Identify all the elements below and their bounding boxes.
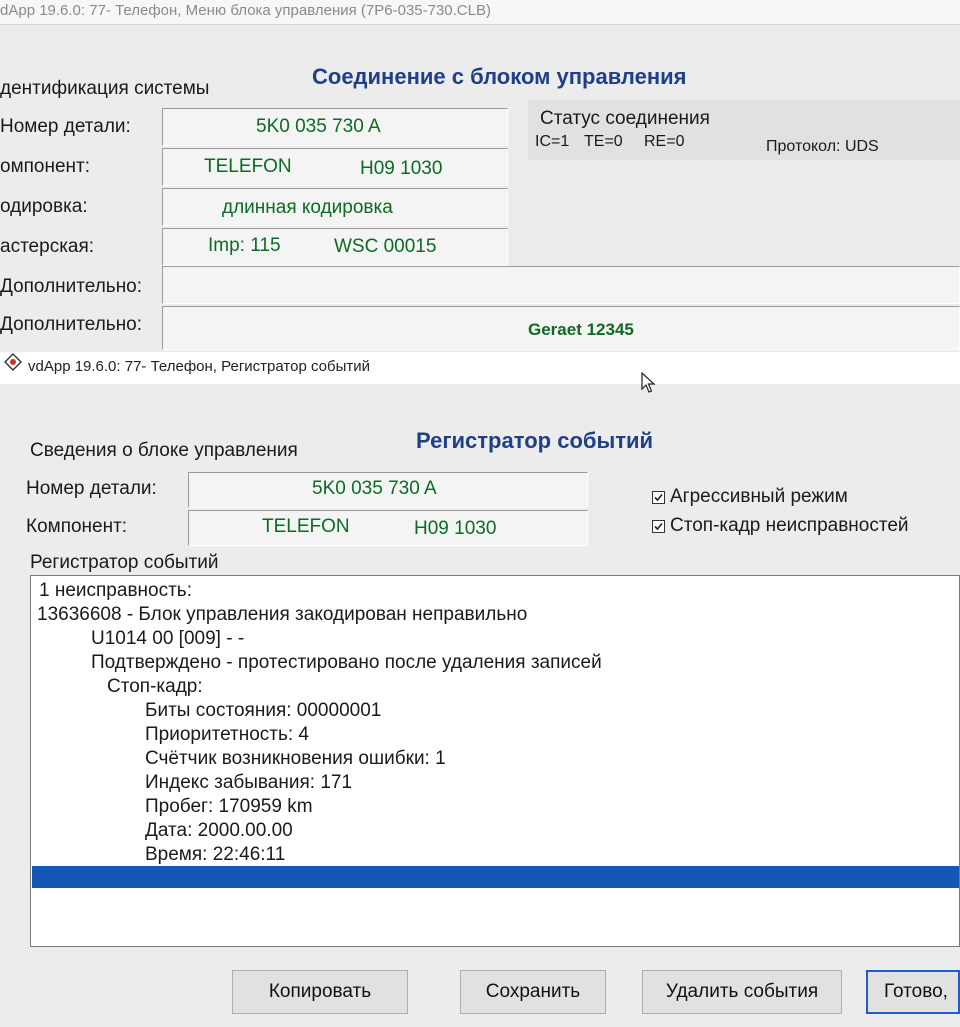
part-number-label: Номер детали: <box>0 116 131 137</box>
part-number-value: 5K0 035 730 A <box>256 116 381 137</box>
workshop-wsc-value: WSC 00015 <box>334 236 437 257</box>
events-list[interactable]: 1 неисправность: 13636608 - Блок управле… <box>30 575 960 947</box>
save-button[interactable]: Сохранить <box>460 970 606 1014</box>
freeze-frame-label: Стоп-кадр неисправностей <box>670 515 909 536</box>
connection-heading: Соединение с блоком управления <box>312 64 687 89</box>
list-item[interactable]: Биты состояния: 00000001 <box>145 699 381 722</box>
events-group-title: Регистратор событий <box>30 552 219 573</box>
status-te: TE=0 <box>584 133 623 150</box>
done-button[interactable]: Готово, <box>866 970 960 1014</box>
status-ic: IC=1 <box>535 133 570 150</box>
event-recorder-title: vdApp 19.6.0: 77- Телефон, Регистратор с… <box>28 358 370 375</box>
component-name-value: TELEFON <box>204 156 292 177</box>
event-recorder-heading: Регистратор событий <box>416 428 654 453</box>
part-number-value: 5K0 035 730 A <box>312 478 437 499</box>
list-item[interactable]: Стоп-кадр: <box>107 675 203 698</box>
list-item[interactable]: Дата: 2000.00.00 <box>145 819 293 842</box>
list-item[interactable]: Подтверждено - протестировано после удал… <box>91 651 602 674</box>
component-name-value: TELEFON <box>262 516 350 537</box>
mouse-cursor-icon <box>640 371 656 394</box>
extra2-label: Дополнительно: <box>0 314 143 335</box>
system-identification-title: дентификация системы <box>0 78 210 99</box>
list-item[interactable]: 13636608 - Блок управления закодирован н… <box>37 603 527 626</box>
list-item[interactable]: 1 неисправность: <box>39 579 192 602</box>
coding-label: одировка: <box>0 196 88 217</box>
extra1-label: Дополнительно: <box>0 276 143 297</box>
component-label: Компонент: <box>26 516 128 537</box>
workshop-label: астерская: <box>0 236 95 257</box>
selected-empty-row[interactable] <box>32 866 959 888</box>
list-item[interactable]: Счётчик возникновения ошибки: 1 <box>145 747 446 770</box>
control-unit-info-title: Сведения о блоке управления <box>30 440 298 461</box>
coding-value: длинная кодировка <box>222 197 393 218</box>
aggressive-mode-label: Агрессивный режим <box>670 486 848 507</box>
copy-button[interactable]: Копировать <box>232 970 408 1014</box>
part-number-label: Номер детали: <box>26 478 157 499</box>
list-item[interactable]: Пробег: 170959 km <box>145 795 313 818</box>
component-version-value: H09 1030 <box>414 518 497 539</box>
freeze-frame-checkbox[interactable]: Стоп-кадр неисправностей <box>652 515 909 537</box>
workshop-imp-value: Imp: 115 <box>208 235 281 256</box>
list-item[interactable]: Приоритетность: 4 <box>145 723 309 746</box>
checkbox-checked-icon <box>652 490 665 504</box>
status-re: RE=0 <box>644 133 685 150</box>
list-item[interactable]: U1014 00 [009] - - <box>91 627 244 650</box>
extra1-field <box>162 266 960 304</box>
extra2-value: Geraet 12345 <box>528 320 634 339</box>
delete-events-button[interactable]: Удалить события <box>642 970 842 1014</box>
component-version-value: H09 1030 <box>360 158 443 179</box>
aggressive-mode-checkbox[interactable]: Агрессивный режим <box>652 486 848 508</box>
app-icon <box>4 353 22 371</box>
list-item[interactable]: Индекс забывания: 171 <box>145 771 352 794</box>
list-item[interactable]: Время: 22:46:11 <box>145 843 285 866</box>
checkbox-checked-icon <box>652 519 665 533</box>
status-protocol: Протокол: UDS <box>766 138 879 155</box>
component-field <box>188 510 588 546</box>
control-unit-menu-title: dApp 19.6.0: 77- Телефон, Меню блока упр… <box>0 2 491 19</box>
component-label: омпонент: <box>0 156 91 177</box>
connection-status-title: Статус соединения <box>540 108 710 129</box>
